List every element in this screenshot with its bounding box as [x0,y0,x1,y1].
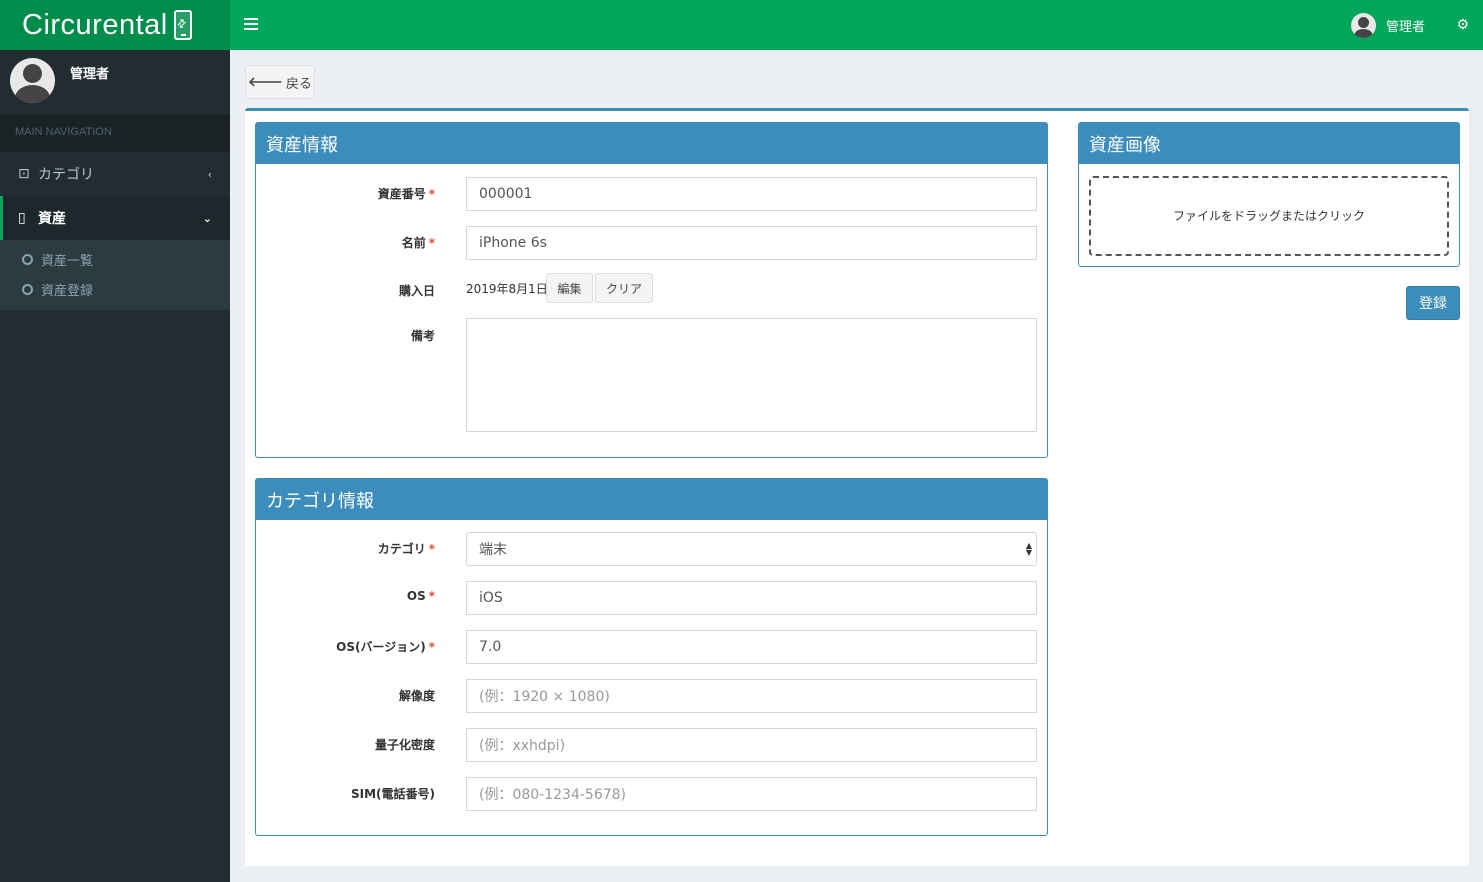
panel-title: カテゴリ情報 [256,479,1047,520]
os-version-input[interactable]: 7.0 [466,630,1037,664]
sidebar-user-name: 管理者 [70,67,110,82]
sidebar-item-category[interactable]: ⊡ カテゴリ ‹ [0,152,230,196]
circle-icon [22,253,33,265]
panel-title: 資産情報 [256,123,1047,164]
category-select[interactable]: 端末 ▲ ▼ [466,532,1037,566]
avatar [10,58,55,103]
asset-info-panel: 資産情報 資産番号 * 000001 名前 * iPhone 6s 購入日 2019… [255,122,1048,458]
field-label: 備考 [410,329,435,343]
back-button-label: 戻る [285,76,312,92]
chevron-left-icon: ‹ [207,167,212,181]
chevron-down-icon: ⌄ [202,211,212,225]
edit-date-button[interactable]: 編集 [546,273,593,303]
panel-title: 資産画像 [1079,123,1459,164]
field-label: 解像度 [398,689,435,703]
field-label: OS * [406,589,435,603]
os-input[interactable]: iOS [466,581,1037,615]
field-label: 購入日 [398,284,435,298]
field-label: 資産番号 * [377,187,435,201]
sidebar-item-label: 資産登録 [41,283,94,299]
asset-image-panel: 資産画像 ファイルをドラッグまたはクリック [1078,122,1460,267]
mobile-icon: ▯ [18,210,26,226]
sidebar: 管理者 MAIN NAVIGATION ⊡ カテゴリ ‹ ▯ 資産 ⌄ 資産一覧… [0,50,230,882]
sidebar-item-label: カテゴリ [38,167,94,183]
gears-icon[interactable]: ⚙ [1456,17,1469,33]
clear-date-button[interactable]: クリア [595,273,653,303]
sidebar-item-asset-register[interactable]: 資産登録 [0,274,230,304]
arrow-left-icon: 🡐 [248,75,283,90]
select-arrows-icon: ▲ ▼ [1025,541,1032,557]
register-button[interactable]: 登録 [1406,286,1460,320]
category-info-panel: カテゴリ情報 カテゴリ * 端末 ▲ ▼ OS * iOS OS(バージョン) * 7.… [255,478,1048,836]
sidebar-item-asset-list[interactable]: 資産一覧 [0,244,230,274]
note-textarea[interactable] [466,318,1037,432]
top-navbar: 管理者 ⚙ [230,0,1483,50]
user-panel: 管理者 [0,50,230,115]
sidebar-item-label: 資産 [38,211,66,227]
back-button[interactable]: 🡐 戻る [245,65,315,99]
field-label: カテゴリ * [377,542,435,556]
purchase-date-value: 2019年8月1日 [466,282,548,296]
field-label: 名前 * [401,236,435,250]
category-select-value: 端末 [479,542,507,558]
sim-input[interactable]: (例：080-1234-5678) [466,777,1037,811]
field-label: OS(バージョン) * [336,640,435,654]
menu-toggle-icon[interactable] [244,18,258,30]
category-icon: ⊡ [18,166,30,182]
asset-number-input[interactable]: 000001 [466,177,1037,211]
sidebar-submenu: 資産一覧 資産登録 [0,240,230,310]
density-input[interactable]: (例：xxhdpi) [466,728,1037,762]
resolution-input[interactable]: (例：1920 × 1080) [466,679,1037,713]
field-label: SIM(電話番号) [350,787,435,801]
file-dropzone[interactable]: ファイルをドラッグまたはクリック [1089,176,1449,256]
sidebar-item-label: 資産一覧 [41,253,94,269]
field-label: 量子化密度 [374,738,435,752]
nav-header: MAIN NAVIGATION [0,115,230,152]
name-input[interactable]: iPhone 6s [466,226,1037,260]
logo-text: Circurental [22,8,168,41]
app-logo[interactable]: Circurental [0,0,230,50]
phone-logo-icon [173,10,192,40]
circle-icon [22,283,33,295]
avatar [1350,13,1376,38]
user-name: 管理者 [1385,20,1425,35]
user-menu[interactable]: 管理者 [1350,13,1425,38]
sidebar-item-asset[interactable]: ▯ 資産 ⌄ [0,196,230,240]
